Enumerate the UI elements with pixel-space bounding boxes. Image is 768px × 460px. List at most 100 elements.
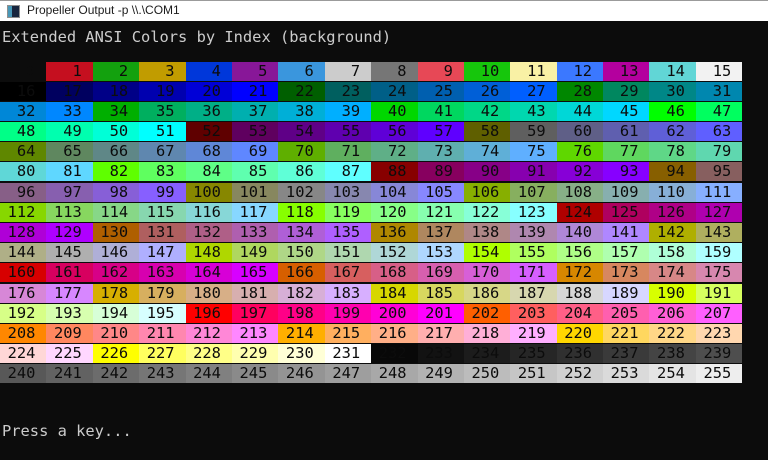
color-cell-135: 135 [325, 223, 371, 242]
color-cell-74: 74 [464, 142, 510, 161]
color-cell-201: 201 [418, 304, 464, 323]
color-cell-160: 160 [0, 263, 46, 282]
color-cell-109: 109 [603, 183, 649, 202]
color-cell-7: 7 [325, 62, 371, 81]
color-cell-67: 67 [139, 142, 185, 161]
color-cell-227: 227 [139, 344, 185, 363]
color-cell-94: 94 [649, 162, 695, 181]
color-cell-243: 243 [139, 364, 185, 383]
color-cell-12: 12 [557, 62, 603, 81]
color-cell-235: 235 [510, 344, 556, 363]
color-cell-131: 131 [139, 223, 185, 242]
color-cell-164: 164 [186, 263, 232, 282]
color-cell-106: 106 [464, 183, 510, 202]
color-cell-44: 44 [557, 102, 603, 121]
color-cell-116: 116 [186, 203, 232, 222]
color-row-4: 64656667686970717273747576777879 [0, 142, 742, 161]
color-cell-53: 53 [232, 122, 278, 141]
color-cell-230: 230 [278, 344, 324, 363]
color-row-7: 1121131141151161171181191201211221231241… [0, 203, 742, 222]
color-cell-255: 255 [696, 364, 742, 383]
color-cell-98: 98 [93, 183, 139, 202]
color-cell-85: 85 [232, 162, 278, 181]
color-cell-166: 166 [278, 263, 324, 282]
color-cell-175: 175 [696, 263, 742, 282]
color-cell-162: 162 [93, 263, 139, 282]
color-cell-115: 115 [139, 203, 185, 222]
color-cell-23: 23 [325, 82, 371, 101]
color-cell-233: 233 [418, 344, 464, 363]
color-cell-248: 248 [371, 364, 417, 383]
color-cell-155: 155 [510, 243, 556, 262]
color-cell-69: 69 [232, 142, 278, 161]
color-cell-133: 133 [232, 223, 278, 242]
color-cell-71: 71 [325, 142, 371, 161]
color-cell-185: 185 [418, 284, 464, 303]
color-cell-6: 6 [278, 62, 324, 81]
color-cell-215: 215 [325, 324, 371, 343]
color-cell-221: 221 [603, 324, 649, 343]
color-cell-76: 76 [557, 142, 603, 161]
color-cell-234: 234 [464, 344, 510, 363]
color-cell-176: 176 [0, 284, 46, 303]
color-cell-229: 229 [232, 344, 278, 363]
color-cell-95: 95 [696, 162, 742, 181]
color-cell-100: 100 [186, 183, 232, 202]
color-row-13: 2082092102112122132142152162172182192202… [0, 324, 742, 343]
color-cell-207: 207 [696, 304, 742, 323]
color-cell-15: 15 [696, 62, 742, 81]
color-cell-222: 222 [649, 324, 695, 343]
color-cell-197: 197 [232, 304, 278, 323]
color-cell-11: 11 [510, 62, 556, 81]
color-cell-108: 108 [557, 183, 603, 202]
color-cell-173: 173 [603, 263, 649, 282]
color-cell-154: 154 [464, 243, 510, 262]
color-cell-153: 153 [418, 243, 464, 262]
color-cell-90: 90 [464, 162, 510, 181]
color-cell-47: 47 [696, 102, 742, 121]
color-cell-212: 212 [186, 324, 232, 343]
color-cell-171: 171 [510, 263, 556, 282]
color-cell-140: 140 [557, 223, 603, 242]
color-cell-120: 120 [371, 203, 417, 222]
color-cell-152: 152 [371, 243, 417, 262]
color-cell-240: 240 [0, 364, 46, 383]
color-cell-163: 163 [139, 263, 185, 282]
color-cell-61: 61 [603, 122, 649, 141]
color-cell-42: 42 [464, 102, 510, 121]
color-cell-137: 137 [418, 223, 464, 242]
color-cell-96: 96 [0, 183, 46, 202]
color-cell-27: 27 [510, 82, 556, 101]
color-cell-209: 209 [46, 324, 92, 343]
color-cell-146: 146 [93, 243, 139, 262]
color-cell-14: 14 [649, 62, 695, 81]
color-cell-92: 92 [557, 162, 603, 181]
color-cell-24: 24 [371, 82, 417, 101]
color-cell-193: 193 [46, 304, 92, 323]
color-cell-134: 134 [278, 223, 324, 242]
color-cell-111: 111 [696, 183, 742, 202]
color-cell-56: 56 [371, 122, 417, 141]
color-cell-252: 252 [557, 364, 603, 383]
terminal-screen[interactable]: Extended ANSI Colors by Index (backgroun… [0, 21, 768, 460]
color-cell-245: 245 [232, 364, 278, 383]
color-cell-219: 219 [510, 324, 556, 343]
color-cell-202: 202 [464, 304, 510, 323]
color-cell-72: 72 [371, 142, 417, 161]
color-cell-205: 205 [603, 304, 649, 323]
color-cell-16: 16 [0, 82, 46, 101]
color-cell-210: 210 [93, 324, 139, 343]
color-cell-1: 1 [46, 62, 92, 81]
app-window-icon [7, 5, 20, 18]
color-cell-51: 51 [139, 122, 185, 141]
color-row-3: 48495051525354555657585960616263 [0, 122, 742, 141]
color-cell-191: 191 [696, 284, 742, 303]
color-cell-224: 224 [0, 344, 46, 363]
color-cell-48: 48 [0, 122, 46, 141]
color-cell-112: 112 [0, 203, 46, 222]
color-cell-33: 33 [46, 102, 92, 121]
color-cell-35: 35 [139, 102, 185, 121]
color-cell-179: 179 [139, 284, 185, 303]
color-cell-103: 103 [325, 183, 371, 202]
color-cell-186: 186 [464, 284, 510, 303]
